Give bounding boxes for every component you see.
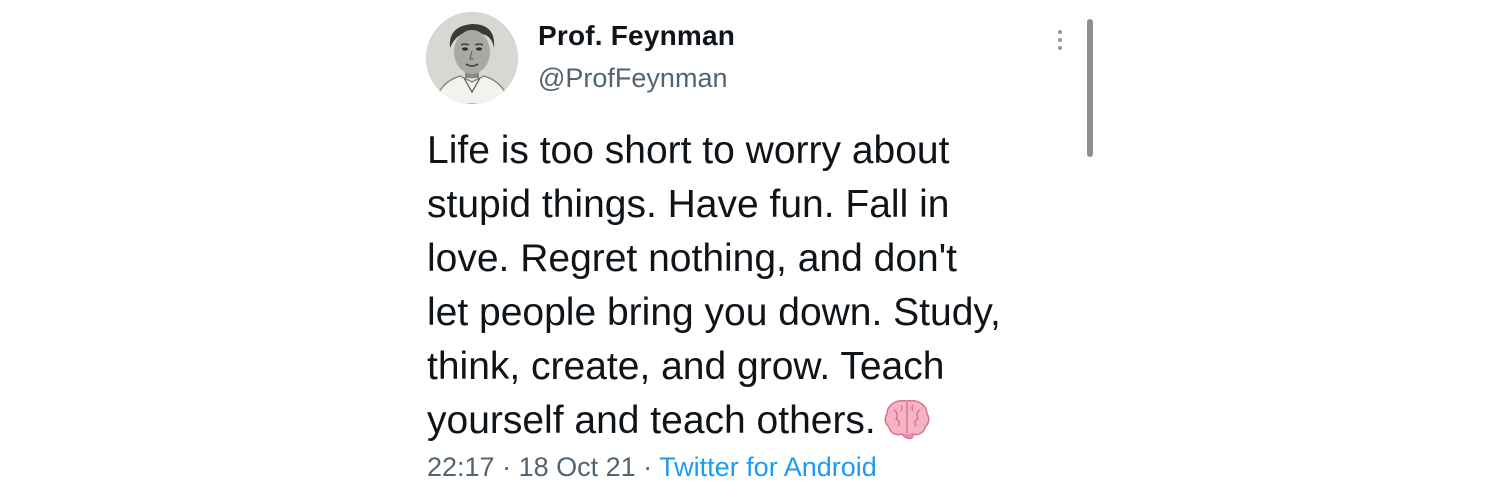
avatar[interactable]	[426, 12, 518, 104]
scrollbar-thumb[interactable]	[1087, 19, 1093, 157]
author-handle[interactable]: @ProfFeynman	[538, 63, 727, 94]
tweet-text: Life is too short to worry about stupid …	[427, 124, 1087, 448]
avatar-portrait-icon	[426, 12, 518, 104]
author-display-name[interactable]: Prof. Feynman	[538, 20, 735, 52]
brain-emoji-icon	[884, 399, 930, 439]
tweet-time[interactable]: 22:17	[427, 452, 495, 482]
tweet-text-line-last: yourself and teach others.	[427, 394, 1087, 448]
more-vertical-icon	[1058, 30, 1062, 34]
tweet-text-line: yourself and teach others.	[427, 399, 876, 442]
tweet-text-line: love. Regret nothing, and don't	[427, 237, 957, 280]
tweet-date[interactable]: 18 Oct 21	[519, 452, 636, 482]
tweet-text-line: stupid things. Have fun. Fall in	[427, 183, 950, 226]
meta-separator: ·	[494, 452, 519, 482]
tweet-text-line: let people bring you down. Study,	[427, 291, 1001, 334]
tweet-source-link[interactable]: Twitter for Android	[659, 452, 877, 482]
more-options-button[interactable]	[1048, 24, 1072, 56]
tweet-card: Prof. Feynman @ProfFeynman Life is too s…	[0, 0, 1500, 501]
more-vertical-icon-dot	[1058, 46, 1062, 50]
meta-separator: ·	[635, 452, 660, 482]
tweet-text-line: think, create, and grow. Teach	[427, 345, 945, 388]
tweet-meta: 22:17 · 18 Oct 21 · Twitter for Android	[427, 452, 877, 483]
more-vertical-icon-dot	[1058, 38, 1062, 42]
tweet-text-line: Life is too short to worry about	[427, 129, 950, 172]
